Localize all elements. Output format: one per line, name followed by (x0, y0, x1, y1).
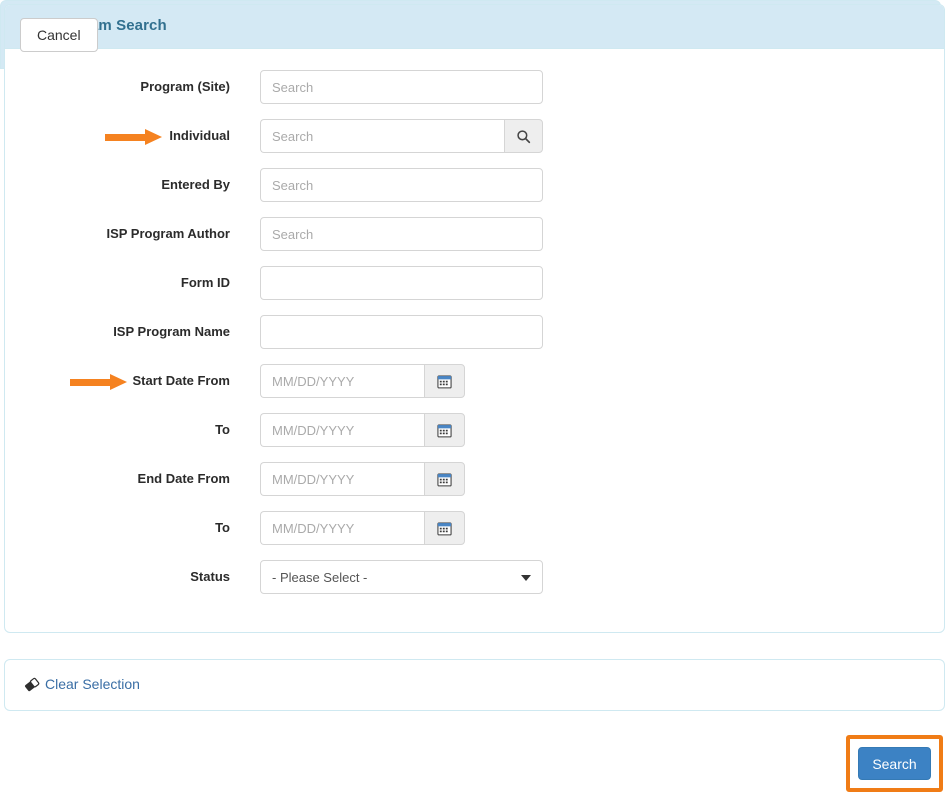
form-row-to-7: To (5, 410, 944, 450)
field-label-isp-program-name-5: ISP Program Name (113, 324, 230, 339)
search-form-panel: ISP Program Search Program (Site) Individ… (4, 4, 945, 633)
status-select-wrapper: - Please Select - (260, 560, 543, 594)
field-input-isp-program-author-3[interactable] (260, 217, 543, 251)
form-row-isp-program-author-3: ISP Program Author (5, 214, 944, 254)
status-select[interactable]: - Please Select - (260, 560, 543, 594)
field-input-isp-program-name-5[interactable] (260, 315, 543, 349)
calendar-icon-glyph (437, 473, 452, 486)
cancel-button[interactable]: Cancel (20, 18, 98, 52)
field-input-to-9[interactable] (260, 511, 426, 545)
field-input-individual-1[interactable] (260, 119, 508, 153)
form-row-program-site-0: Program (Site) (5, 67, 944, 107)
search-icon-button[interactable] (504, 119, 543, 153)
field-input-form-id-4[interactable] (260, 266, 543, 300)
field-input-entered-by-2[interactable] (260, 168, 543, 202)
field-input-start-date-from-6[interactable] (260, 364, 426, 398)
field-label-isp-program-author-3: ISP Program Author (106, 226, 230, 241)
field-input-end-date-from-8[interactable] (260, 462, 426, 496)
field-label-to-7: To (215, 422, 230, 437)
form-row-start-date-from-6: Start Date From (5, 361, 944, 401)
search-icon-glyph (517, 129, 531, 143)
field-label-end-date-from-8: End Date From (137, 471, 230, 486)
calendar-icon-glyph (437, 522, 452, 535)
form-row-end-date-from-8: End Date From (5, 459, 944, 499)
form-row-status-10: Status - Please Select - (5, 557, 944, 597)
field-label-form-id-4: Form ID (180, 275, 230, 290)
form-row-entered-by-2: Entered By (5, 165, 944, 205)
field-label-entered-by-2: Entered By (161, 177, 230, 192)
isp-program-search-page: ISP Program Search Program (Site) Individ… (0, 0, 949, 796)
field-label-to-9: To (215, 520, 230, 535)
form-row-form-id-4: Form ID (5, 263, 944, 303)
form-row-to-9: To (5, 508, 944, 548)
field-input-program-site-0[interactable] (260, 70, 543, 104)
calendar-icon-glyph (437, 375, 452, 388)
calendar-icon-button[interactable] (424, 462, 465, 496)
eraser-icon (23, 676, 41, 694)
field-label-individual-1: Individual (169, 128, 230, 143)
calendar-icon-button[interactable] (424, 511, 465, 545)
calendar-icon-button[interactable] (424, 413, 465, 447)
form-row-isp-program-name-5: ISP Program Name (5, 312, 944, 352)
field-label-start-date-from-6: Start Date From (132, 373, 230, 388)
clear-selection-link[interactable]: Clear Selection (45, 676, 140, 692)
form-row-individual-1: Individual (5, 116, 944, 156)
search-button[interactable]: Search (858, 747, 931, 780)
calendar-icon-button[interactable] (424, 364, 465, 398)
field-label-program-site-0: Program (Site) (140, 79, 230, 94)
clear-selection-panel: Clear Selection (4, 659, 945, 711)
field-input-to-7[interactable] (260, 413, 426, 447)
calendar-icon-glyph (437, 424, 452, 437)
field-label-status-10: Status (190, 569, 230, 584)
panel-header: ISP Program Search (5, 5, 944, 49)
